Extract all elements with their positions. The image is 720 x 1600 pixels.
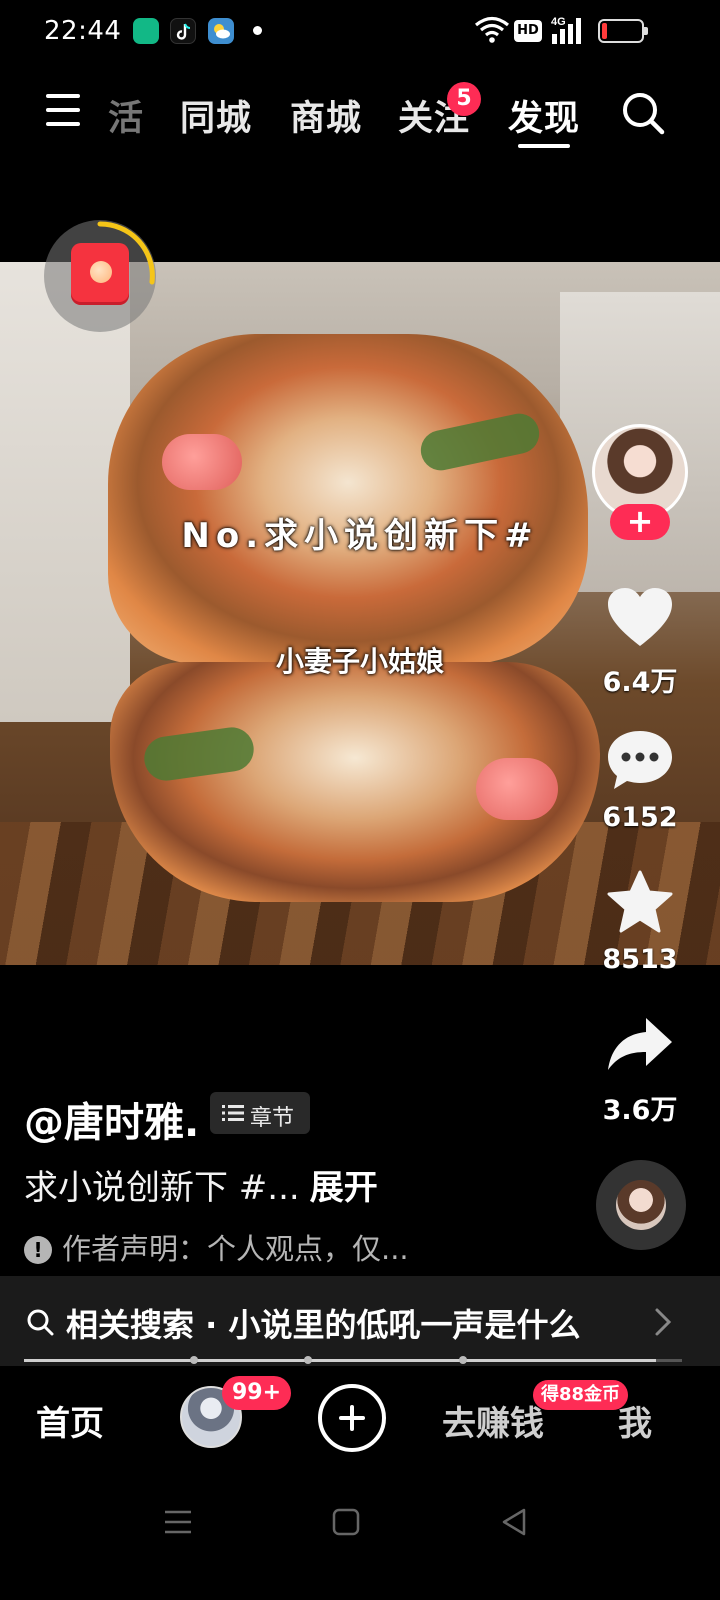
notification-dot-icon bbox=[253, 26, 262, 35]
follow-button[interactable]: + bbox=[610, 504, 670, 540]
tab-mall[interactable]: 商城 bbox=[290, 90, 362, 141]
chapter-label: 章节 bbox=[250, 1106, 295, 1131]
like-heart-icon[interactable] bbox=[604, 586, 676, 650]
status-bar: 22:44 HD 4G bbox=[0, 0, 720, 64]
author-name[interactable]: @唐时雅. bbox=[24, 1090, 199, 1148]
search-icon[interactable] bbox=[620, 90, 666, 136]
signal-strength-icon: 4G bbox=[551, 16, 581, 44]
search-icon bbox=[27, 1309, 54, 1336]
red-packet-timer[interactable] bbox=[44, 220, 156, 332]
earn-coins-badge: 得88金币 bbox=[533, 1380, 629, 1410]
weather-app-icon bbox=[208, 18, 234, 44]
active-tab-indicator bbox=[518, 144, 570, 148]
tab-home[interactable]: 首页 bbox=[36, 1396, 104, 1445]
playback-progress-bar[interactable] bbox=[24, 1356, 682, 1364]
list-icon bbox=[222, 1105, 244, 1121]
home-square-icon[interactable] bbox=[330, 1506, 362, 1538]
recent-apps-icon[interactable] bbox=[162, 1506, 194, 1538]
tiktok-app-icon bbox=[170, 18, 196, 44]
video-caption[interactable]: 求小说创新下 #... 展开 bbox=[24, 1160, 378, 1209]
battery-icon bbox=[598, 19, 648, 43]
battery-level bbox=[602, 23, 607, 39]
info-icon: ! bbox=[24, 1236, 52, 1264]
bottom-tab-bar: 首页 99+ 去赚钱 得88金币 我 bbox=[0, 1368, 720, 1468]
system-nav-bar bbox=[0, 1468, 720, 1600]
messages-badge: 99+ bbox=[222, 1376, 292, 1410]
chapter-button[interactable]: 章节 bbox=[210, 1092, 310, 1134]
hd-voice-badge: HD bbox=[514, 20, 542, 42]
like-count: 6.4万 bbox=[602, 667, 678, 698]
burrito-top-half bbox=[108, 334, 588, 664]
disclaimer-text: 作者声明：个人观点，仅... bbox=[62, 1232, 409, 1266]
caption-text: 求小说创新下 #... bbox=[24, 1168, 300, 1208]
following-badge: 5 bbox=[447, 82, 481, 116]
create-plus-button[interactable] bbox=[318, 1384, 386, 1452]
favorite-count: 8513 bbox=[602, 944, 678, 975]
tab-local[interactable]: 同城 bbox=[180, 90, 252, 141]
comment-icon[interactable] bbox=[604, 728, 676, 792]
music-disc-icon[interactable] bbox=[596, 1160, 686, 1250]
tab-life[interactable]: 活 bbox=[108, 90, 144, 141]
author-disclaimer[interactable]: ! 作者声明：个人观点，仅... bbox=[24, 1226, 409, 1268]
favorite-star-icon[interactable] bbox=[604, 870, 676, 934]
comment-count: 6152 bbox=[602, 802, 678, 833]
share-count: 3.6万 bbox=[602, 1095, 678, 1126]
expand-link[interactable]: 展开 bbox=[310, 1168, 378, 1208]
network-type-label: 4G bbox=[551, 16, 566, 28]
tab-discover[interactable]: 发现 bbox=[508, 90, 580, 141]
tab-earn[interactable]: 去赚钱 bbox=[442, 1396, 544, 1445]
back-triangle-icon[interactable] bbox=[498, 1506, 530, 1538]
share-arrow-icon[interactable] bbox=[604, 1012, 676, 1076]
wifi-icon bbox=[474, 16, 510, 43]
playback-progress-fill bbox=[24, 1359, 656, 1362]
red-packet-icon bbox=[71, 243, 129, 305]
related-search-text: 相关搜索 · 小说里的低吼一声是什么 bbox=[66, 1306, 581, 1344]
battery-saver-app-icon bbox=[133, 18, 159, 44]
tab-me[interactable]: 我 bbox=[618, 1396, 652, 1445]
related-search-bar[interactable]: 相关搜索 · 小说里的低吼一声是什么 bbox=[0, 1276, 720, 1366]
menu-icon[interactable] bbox=[44, 90, 84, 130]
chevron-right-icon bbox=[655, 1308, 672, 1336]
top-nav: 活 同城 商城 关注 5 发现 bbox=[0, 70, 720, 160]
status-time: 22:44 bbox=[44, 16, 122, 46]
